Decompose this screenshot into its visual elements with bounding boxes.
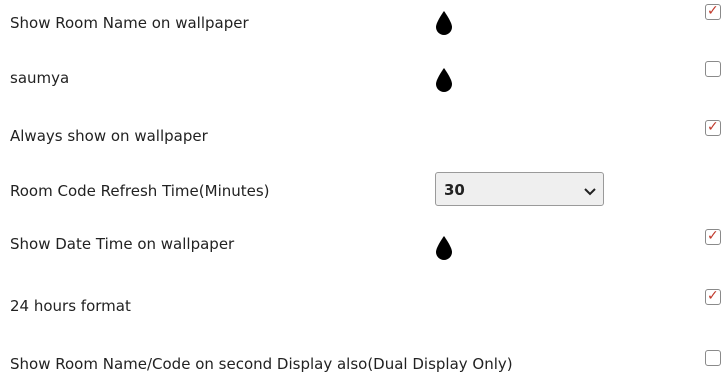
show-room-name-checkbox[interactable]: ✓ [705, 3, 721, 20]
checkmark-icon: ✓ [707, 119, 719, 135]
24-hours-format-checkbox[interactable]: ✓ [705, 288, 721, 305]
checkmark-icon: ✓ [707, 3, 719, 19]
24-hours-format-label: 24 hours format [10, 297, 131, 315]
always-show-checkbox[interactable]: ✓ [705, 119, 721, 136]
room-name-label: saumya [10, 69, 70, 87]
wallpaper-settings-panel: Show Room Name on wallpaper ✓ saumya Alw… [0, 0, 724, 375]
refresh-time-select[interactable]: 30 [435, 172, 604, 206]
checkmark-icon: ✓ [707, 228, 719, 244]
checkmark-icon: ✓ [707, 288, 719, 304]
show-room-name-label: Show Room Name on wallpaper [10, 14, 249, 32]
droplet-icon[interactable] [433, 235, 455, 261]
droplet-icon[interactable] [433, 10, 455, 36]
room-name-checkbox[interactable] [705, 61, 721, 77]
always-show-label: Always show on wallpaper [10, 127, 208, 145]
droplet-icon[interactable] [433, 67, 455, 93]
chevron-down-icon [583, 183, 597, 196]
second-display-label: Show Room Name/Code on second Display al… [10, 355, 513, 373]
refresh-time-label: Room Code Refresh Time(Minutes) [10, 182, 270, 200]
show-date-time-label: Show Date Time on wallpaper [10, 235, 235, 253]
second-display-checkbox[interactable] [705, 350, 721, 366]
show-date-time-checkbox[interactable]: ✓ [705, 228, 721, 245]
refresh-time-value: 30 [444, 181, 465, 199]
